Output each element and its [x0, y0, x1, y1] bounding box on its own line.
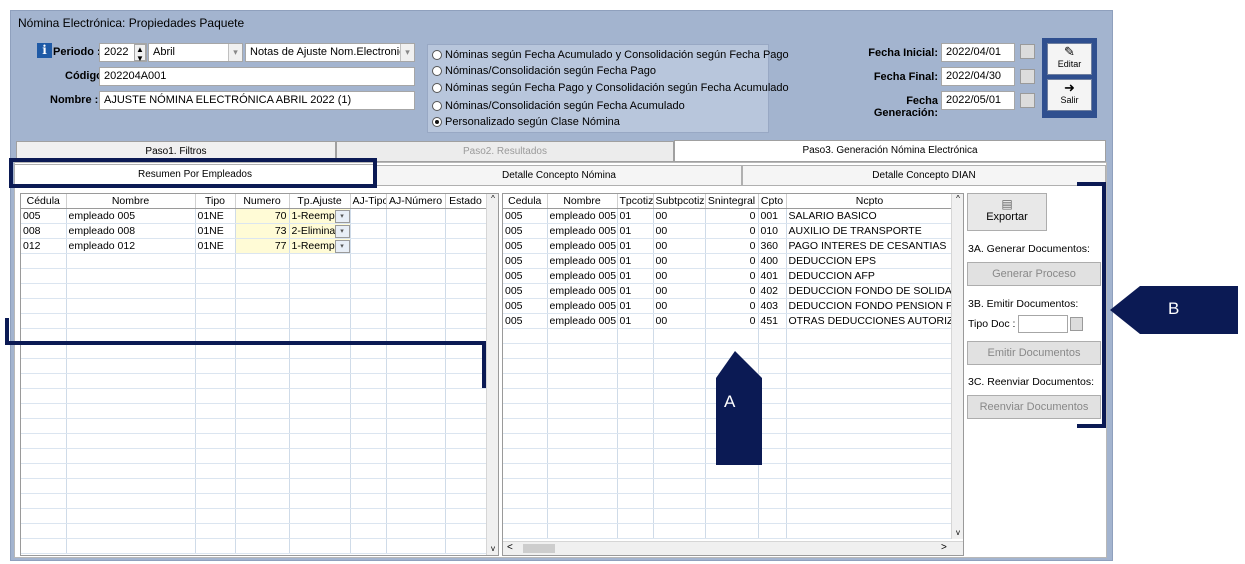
annotation-layer [5, 182, 1238, 465]
callout-b-label: B [1168, 299, 1180, 318]
callout-a-shape [716, 351, 762, 465]
bracket-right [1077, 182, 1106, 428]
bracket-left [5, 318, 486, 388]
callout-a-label: A [724, 392, 736, 411]
